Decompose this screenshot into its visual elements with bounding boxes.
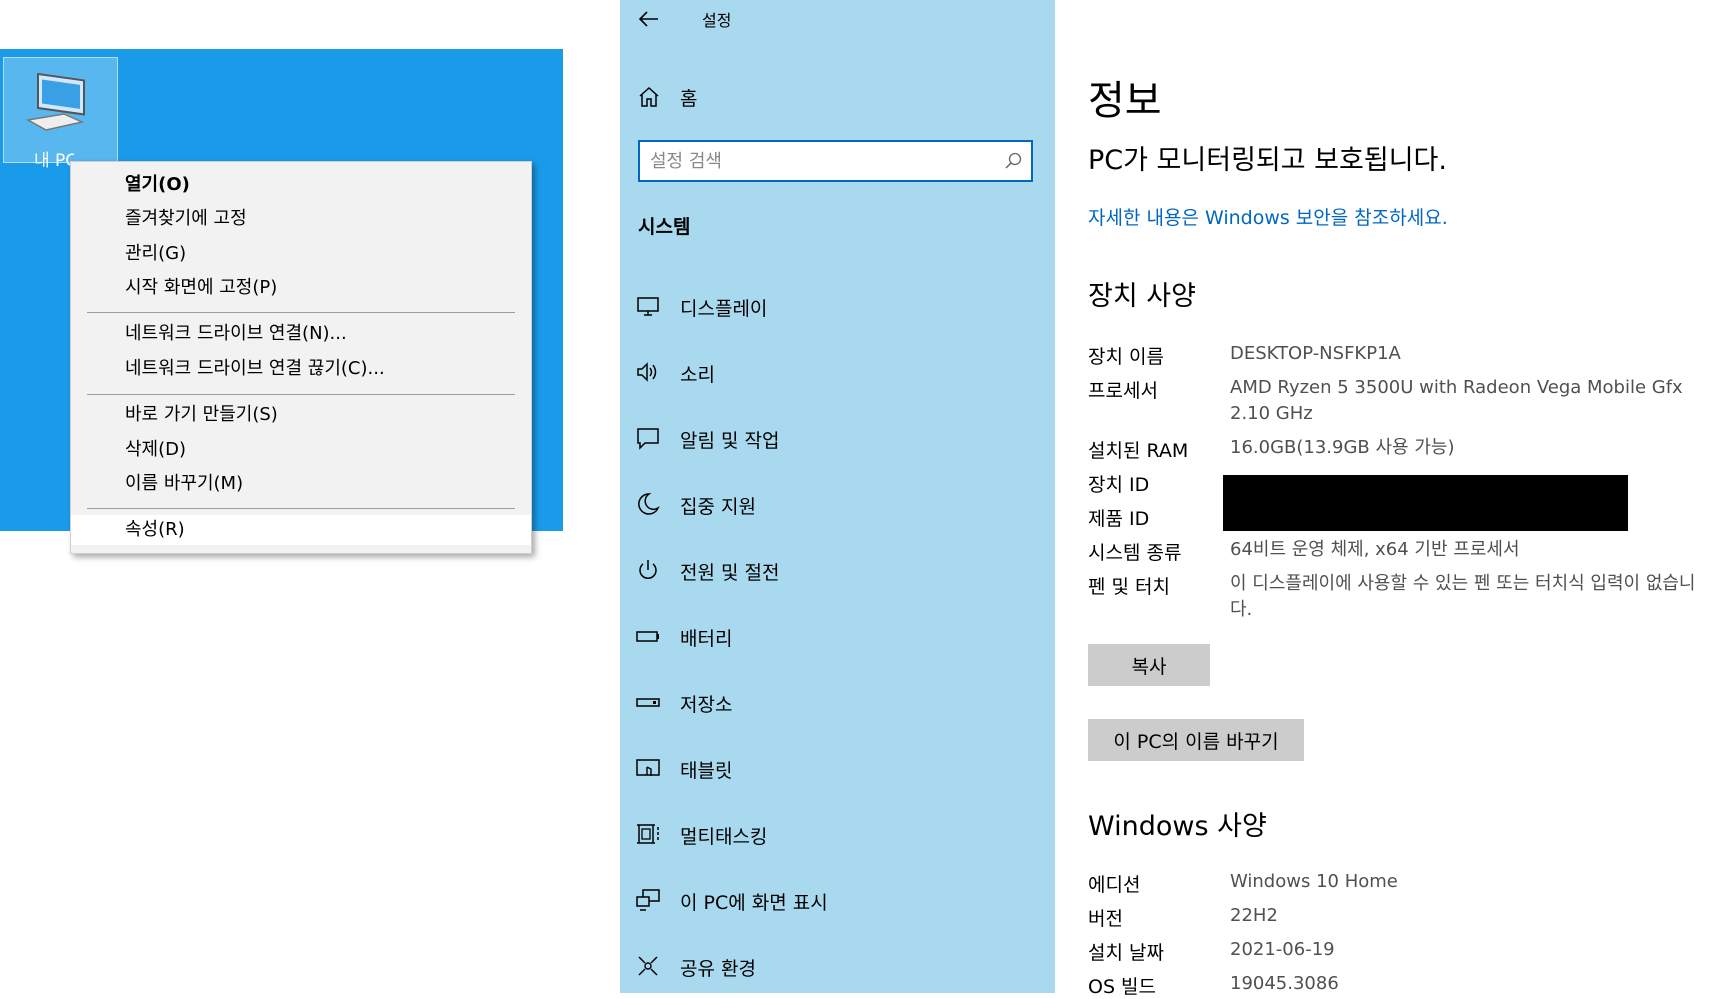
spec-value-version: 22H2: [1230, 905, 1278, 926]
power-icon: [639, 560, 657, 579]
sidebar-item-label: 전원 및 절전: [680, 562, 780, 584]
spec-label-os-build: OS 빌드: [1088, 976, 1157, 998]
sidebar-item-multitasking[interactable]: 멀티태스킹: [620, 812, 1055, 856]
menu-item-pin-quick-access[interactable]: 즐겨찾기에 고정: [71, 204, 531, 234]
spec-label-product-id: 제품 ID: [1088, 508, 1150, 530]
spec-label-device-name: 장치 이름: [1088, 346, 1164, 368]
spec-label-version: 버전: [1088, 908, 1123, 930]
battery-icon: [636, 631, 659, 642]
display-icon: [637, 297, 659, 316]
sidebar-item-storage[interactable]: 저장소: [620, 680, 1055, 724]
this-pc-desktop-icon[interactable]: 내 PC: [3, 57, 118, 171]
sidebar-item-label: 태블릿: [680, 760, 733, 782]
nav-section-system: 시스템: [638, 216, 691, 238]
notification-icon: [637, 428, 659, 450]
spec-label-device-id: 장치 ID: [1088, 474, 1150, 496]
tablet-icon: [636, 759, 660, 776]
spec-value-os-build: 19045.3086: [1230, 973, 1339, 994]
spec-label-install-date: 설치 날짜: [1088, 942, 1164, 964]
this-pc-label: 내 PC: [34, 151, 74, 171]
redacted-id-block: [1223, 475, 1628, 531]
spec-label-ram: 설치된 RAM: [1088, 440, 1189, 462]
menu-separator: [87, 508, 515, 509]
menu-separator: [87, 394, 515, 395]
menu-separator: [87, 312, 515, 313]
multitasking-icon: [637, 824, 659, 844]
sidebar-item-focus-assist[interactable]: 집중 지원: [620, 482, 1055, 526]
sidebar-item-notifications[interactable]: 알림 및 작업: [620, 416, 1055, 460]
context-menu: 열기(O) 즐겨찾기에 고정 관리(G) 시작 화면에 고정(P) 네트워크 드…: [70, 161, 532, 554]
spec-value-system-type: 64비트 운영 체제, x64 기반 프로세서: [1230, 539, 1520, 560]
windows-specs-heading: Windows 사양: [1088, 811, 1267, 842]
sidebar-item-label: 배터리: [680, 628, 733, 650]
settings-title: 설정: [702, 11, 732, 30]
menu-item-create-shortcut[interactable]: 바로 가기 만들기(S): [71, 400, 531, 430]
spec-value-device-name: DESKTOP-NSFKP1A: [1230, 343, 1401, 364]
spec-label-edition: 에디션: [1088, 874, 1141, 896]
spec-value-pen-touch: 이 디스플레이에 사용할 수 있는 펜 또는 터치식 입력이 없습니다.: [1230, 573, 1696, 620]
spec-value-install-date: 2021-06-19: [1230, 939, 1335, 960]
menu-item-manage[interactable]: 관리(G): [71, 239, 531, 269]
sidebar-item-sound[interactable]: 소리: [620, 350, 1055, 394]
menu-item-disconnect-network-drive[interactable]: 네트워크 드라이브 연결 끊기(C)...: [71, 354, 531, 384]
sidebar-item-label: 이 PC에 화면 표시: [680, 892, 828, 914]
storage-icon: [636, 698, 660, 707]
protection-status: PC가 모니터링되고 보호됩니다.: [1088, 145, 1447, 176]
sidebar-item-label: 집중 지원: [680, 496, 756, 518]
windows-security-link[interactable]: 자세한 내용은 Windows 보안을 참조하세요.: [1088, 203, 1448, 230]
sidebar-item-label: 소리: [680, 364, 715, 386]
back-arrow-icon[interactable]: [636, 6, 662, 32]
sidebar-item-label: 공유 환경: [680, 958, 756, 980]
sidebar-item-label: 디스플레이: [680, 298, 768, 320]
spec-label-pen-touch: 펜 및 터치: [1088, 576, 1170, 598]
nav-home[interactable]: 홈: [680, 84, 697, 111]
spec-label-processor: 프로세서: [1088, 380, 1158, 402]
home-icon[interactable]: [636, 84, 662, 110]
sidebar-item-shared-experiences[interactable]: 공유 환경: [620, 944, 1055, 988]
about-page: 정보 PC가 모니터링되고 보호됩니다. 자세한 내용은 Windows 보안을…: [1055, 0, 1730, 998]
speaker-icon: [637, 362, 657, 382]
device-specs-heading: 장치 사양: [1088, 281, 1196, 312]
desktop-background: 내 PC 열기(O) 즐겨찾기에 고정 관리(G) 시작 화면에 고정(P) 네…: [0, 49, 563, 554]
menu-item-properties[interactable]: 속성(R): [71, 515, 531, 545]
moon-icon: [638, 493, 660, 515]
sidebar-item-display[interactable]: 디스플레이: [620, 284, 1055, 328]
rename-pc-button[interactable]: 이 PC의 이름 바꾸기: [1088, 719, 1304, 761]
page-title: 정보: [1088, 78, 1162, 124]
sidebar-item-power-sleep[interactable]: 전원 및 절전: [620, 548, 1055, 592]
sidebar-item-label: 알림 및 작업: [680, 430, 780, 452]
settings-search-input[interactable]: [650, 148, 980, 174]
spec-value-ram: 16.0GB(13.9GB 사용 가능): [1230, 437, 1455, 458]
sidebar-item-label: 멀티태스킹: [680, 826, 768, 848]
project-icon: [636, 889, 660, 911]
copy-button[interactable]: 복사: [1088, 644, 1210, 686]
computer-icon: [25, 72, 85, 131]
search-icon[interactable]: [1003, 151, 1023, 171]
spec-value-edition: Windows 10 Home: [1230, 871, 1398, 892]
spec-label-system-type: 시스템 종류: [1088, 542, 1182, 564]
settings-search-box[interactable]: [638, 140, 1033, 182]
sidebar-item-project-to-pc[interactable]: 이 PC에 화면 표시: [620, 878, 1055, 922]
share-icon: [638, 956, 658, 976]
menu-item-rename[interactable]: 이름 바꾸기(M): [71, 469, 531, 499]
sidebar-item-tablet[interactable]: 태블릿: [620, 746, 1055, 790]
sidebar-item-battery[interactable]: 배터리: [620, 614, 1055, 658]
menu-item-pin-start[interactable]: 시작 화면에 고정(P): [71, 273, 531, 303]
menu-item-delete[interactable]: 삭제(D): [71, 435, 531, 465]
spec-value-processor: AMD Ryzen 5 3500U with Radeon Vega Mobil…: [1230, 377, 1683, 424]
settings-sidebar: 설정 홈 시스템 디스플레이 소리 알림 및 작업 집중 지원 전원 및 절전 …: [620, 0, 1055, 993]
sidebar-item-label: 저장소: [680, 694, 733, 716]
menu-item-map-network-drive[interactable]: 네트워크 드라이브 연결(N)...: [71, 319, 531, 349]
menu-item-open[interactable]: 열기(O): [71, 170, 531, 200]
